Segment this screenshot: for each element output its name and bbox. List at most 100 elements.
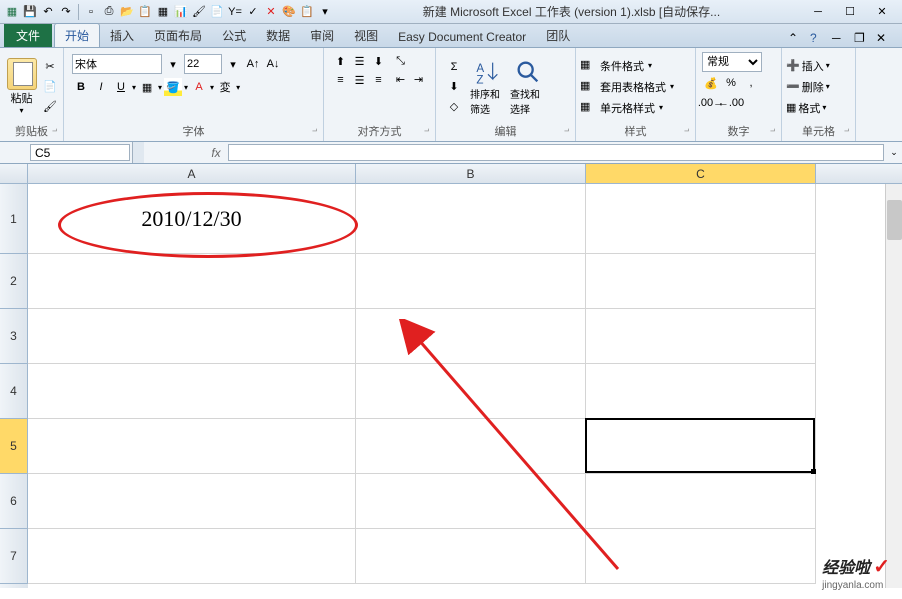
phonetic-icon[interactable]: 変: [216, 78, 234, 96]
undo-icon[interactable]: ↶: [40, 4, 56, 20]
indent-inc-icon[interactable]: ⇥: [410, 70, 428, 88]
col-header-a[interactable]: A: [28, 164, 356, 183]
redo-icon[interactable]: ↷: [58, 4, 74, 20]
tab-home[interactable]: 开始: [54, 23, 100, 47]
dec-decimal-icon[interactable]: ←.00: [722, 94, 740, 112]
row-header-5[interactable]: 5: [0, 419, 28, 474]
italic-button[interactable]: I: [92, 78, 110, 96]
cell-c4[interactable]: [586, 364, 816, 419]
window-restore-icon[interactable]: ❐: [854, 31, 870, 47]
save-icon[interactable]: 💾: [22, 4, 38, 20]
underline-button[interactable]: U: [112, 78, 130, 96]
cell-c7[interactable]: [586, 529, 816, 584]
col-header-c[interactable]: C: [586, 164, 816, 183]
qat-fx-icon[interactable]: ✓: [245, 4, 261, 20]
row-header-7[interactable]: 7: [0, 529, 28, 584]
tab-insert[interactable]: 插入: [100, 24, 144, 47]
minimize-button[interactable]: ─: [806, 3, 830, 21]
align-mid-icon[interactable]: ☰: [351, 52, 369, 70]
maximize-button[interactable]: ☐: [838, 3, 862, 21]
cell-a1[interactable]: 2010/12/30: [28, 184, 356, 254]
number-format-select[interactable]: 常规: [702, 52, 762, 72]
bold-button[interactable]: B: [72, 78, 90, 96]
window-min-icon[interactable]: ─: [832, 31, 848, 47]
cell-c2[interactable]: [586, 254, 816, 309]
col-header-b[interactable]: B: [356, 164, 586, 183]
align-bot-icon[interactable]: ⬇: [370, 52, 388, 70]
cell-a4[interactable]: [28, 364, 356, 419]
font-color-icon[interactable]: A: [190, 78, 208, 96]
align-left-icon[interactable]: ≡: [332, 71, 350, 89]
find-select-button[interactable]: 查找和选择: [510, 58, 546, 116]
cell-b7[interactable]: [356, 529, 586, 584]
row-header-3[interactable]: 3: [0, 309, 28, 364]
grow-font-icon[interactable]: A↑: [244, 55, 262, 73]
orientation-icon[interactable]: ⤡: [392, 52, 410, 70]
cell-b2[interactable]: [356, 254, 586, 309]
tab-layout[interactable]: 页面布局: [144, 24, 212, 47]
qat-y-icon[interactable]: Y=: [227, 4, 243, 20]
row-header-1[interactable]: 1: [0, 184, 28, 254]
comma-icon[interactable]: ,: [742, 74, 760, 92]
format-cell-button[interactable]: ▦ 格式 ▾: [786, 98, 830, 118]
cell-b3[interactable]: [356, 309, 586, 364]
minimize-ribbon-icon[interactable]: ⌃: [788, 31, 804, 47]
formula-expand-icon[interactable]: ⌄: [886, 142, 902, 163]
percent-icon[interactable]: %: [722, 74, 740, 92]
shrink-font-icon[interactable]: A↓: [264, 55, 282, 73]
fill-color-icon[interactable]: 🪣: [164, 78, 182, 96]
clear-icon[interactable]: ◇: [442, 98, 466, 116]
font-name-select[interactable]: [72, 54, 162, 74]
cell-b6[interactable]: [356, 474, 586, 529]
cell-grid[interactable]: 2010/12/30: [28, 184, 902, 588]
fill-icon[interactable]: ⬇: [442, 78, 466, 96]
tab-data[interactable]: 数据: [256, 24, 300, 47]
qat-table-icon[interactable]: ▦: [155, 4, 171, 20]
border-icon[interactable]: ▦: [138, 78, 156, 96]
qat-color-icon[interactable]: 🎨: [281, 4, 297, 20]
qat-more-icon[interactable]: ▾: [317, 4, 333, 20]
tab-review[interactable]: 审阅: [300, 24, 344, 47]
format-painter-icon[interactable]: 🖌: [41, 98, 59, 116]
sort-filter-button[interactable]: AZ 排序和筛选: [470, 58, 506, 116]
qat-print-icon[interactable]: ⎙: [101, 4, 117, 20]
autosum-icon[interactable]: Σ: [442, 58, 466, 76]
table-format-button[interactable]: ▦ 套用表格格式 ▾: [580, 77, 674, 97]
insert-cell-button[interactable]: ➕ 插入 ▾: [786, 56, 830, 76]
tab-formulas[interactable]: 公式: [212, 24, 256, 47]
align-top-icon[interactable]: ⬆: [332, 52, 350, 70]
font-dd-icon[interactable]: ▾: [164, 55, 182, 73]
accounting-icon[interactable]: 💰: [702, 74, 720, 92]
cell-a2[interactable]: [28, 254, 356, 309]
delete-cell-button[interactable]: ➖ 删除 ▾: [786, 77, 830, 97]
fx-label[interactable]: fx: [204, 142, 228, 163]
qat-paste-icon[interactable]: 📋: [137, 4, 153, 20]
select-all-corner[interactable]: [0, 164, 28, 183]
qat-chart-icon[interactable]: 📊: [173, 4, 189, 20]
qat-x-icon[interactable]: ✕: [263, 4, 279, 20]
conditional-format-button[interactable]: ▦ 条件格式 ▾: [580, 56, 674, 76]
tab-file[interactable]: 文件: [4, 24, 52, 47]
copy-icon[interactable]: 📄: [41, 78, 59, 96]
name-box[interactable]: C5: [30, 144, 130, 161]
excel-icon[interactable]: ▦: [4, 4, 20, 20]
qat-brush-icon[interactable]: 🖌: [191, 4, 207, 20]
qat-new-icon[interactable]: ▫: [83, 4, 99, 20]
vertical-scrollbar[interactable]: [885, 184, 902, 588]
cell-c5[interactable]: [586, 419, 816, 474]
scroll-thumb[interactable]: [887, 200, 902, 240]
help-icon[interactable]: ?: [810, 31, 826, 47]
font-size-select[interactable]: [184, 54, 222, 74]
align-center-icon[interactable]: ☰: [351, 71, 369, 89]
tab-view[interactable]: 视图: [344, 24, 388, 47]
cell-a6[interactable]: [28, 474, 356, 529]
cell-b5[interactable]: [356, 419, 586, 474]
cell-b1[interactable]: [356, 184, 586, 254]
row-header-4[interactable]: 4: [0, 364, 28, 419]
align-right-icon[interactable]: ≡: [370, 71, 388, 89]
window-close-icon[interactable]: ✕: [876, 31, 892, 47]
paste-button[interactable]: 粘贴 ▾: [4, 58, 39, 115]
tab-team[interactable]: 团队: [536, 24, 580, 47]
name-box-dropdown[interactable]: [132, 142, 144, 163]
size-dd-icon[interactable]: ▾: [224, 55, 242, 73]
